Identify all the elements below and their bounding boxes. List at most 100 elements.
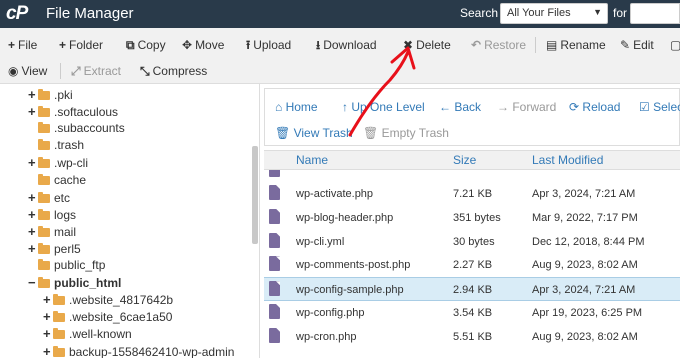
table-row[interactable]: wp-activate.php 7.21 KB Apr 3, 2024, 7:21 … [264,182,680,206]
sidebar-item-folder[interactable]: + mail [28,223,76,240]
expand-icon[interactable]: + [28,86,38,103]
sidebar-item-label: .website_6cae1a50 [69,310,173,325]
eye-icon: ◉ [8,64,19,78]
folder-icon [38,259,50,270]
expand-icon: ⤢ [71,64,81,78]
sidebar-item-folder[interactable]: + .pki [28,86,73,103]
sidebar-scrollbar[interactable] [252,146,258,244]
navigation-bar: ⌂ Home ↑ Up One Level ← Back → Forward ⟳… [264,88,680,146]
back-button[interactable]: ← Back [439,100,481,114]
home-button[interactable]: ⌂ Home [275,100,318,114]
file-name: wp-config-sample.php [296,284,404,297]
column-size-header[interactable]: Size [453,153,476,167]
sidebar-item-label: .well-known [69,327,132,342]
table-row[interactable]: wp-comments-post.php 2.27 KB Aug 9, 2023, … [264,253,680,277]
sidebar-item-folder[interactable]: + logs [28,206,76,223]
file-name: wp-config.php [296,307,365,319]
extract-button[interactable]: ⤢ Extract [71,64,121,78]
sidebar-item-label: backup-1558462410-wp-admin [69,344,235,358]
sidebar-item-folder[interactable]: public_ftp [38,257,105,274]
new-file-button[interactable]: + File [8,38,37,52]
expand-icon[interactable]: + [28,189,38,206]
folder-icon [38,89,50,100]
expand-icon[interactable]: + [43,308,53,325]
file-name: wp-blog-header.php [296,211,394,224]
table-row[interactable]: wp-cli.yml 30 bytes Dec 12, 2018, 8:44 PM [264,229,680,254]
overflow-button[interactable]: ▢ [670,38,680,52]
folder-icon [53,328,65,340]
select-all-button[interactable]: ☑ Select [639,100,680,114]
checkbox-icon: ☑ [639,100,650,114]
folder-tree-sidebar: + .pki + .softaculous .subaccounts .trash + .wp… [0,84,260,358]
file-name: wp-comments-post.php [296,259,411,272]
sidebar-item-folder[interactable]: + backup-1558462410-wp-admin [43,343,234,358]
expand-icon[interactable]: + [28,240,38,257]
table-row[interactable]: wp-blog-header.php 351 bytes Mar 9, 2022, … [264,205,680,230]
search-input[interactable] [630,3,680,24]
folder-icon [38,208,50,220]
restore-button[interactable]: ↶ Restore [471,38,526,52]
sidebar-item-folder[interactable]: + .wp-cli [28,154,88,171]
up-one-level-button[interactable]: ↑ Up One Level [342,100,425,114]
sidebar-item-folder[interactable]: + perl5 [28,240,81,257]
view-trash-button[interactable]: 🗑 View Trash [275,126,353,140]
delete-button[interactable]: ✖ Delete [403,38,451,52]
sidebar-item-label: .wp-cli [54,156,89,171]
column-modified-header[interactable]: Last Modified [532,153,603,167]
folder-icon [53,345,65,357]
sidebar-item-label: .pki [54,88,73,102]
download-button[interactable]: ⭳ Download [316,38,377,52]
sidebar-item-folder[interactable]: cache [38,172,86,189]
trash-icon: 🗑 [275,126,291,140]
table-row[interactable]: wp-cron.php 5.51 KB Aug 9, 2023, 8:02 AM [264,324,680,349]
expand-icon[interactable]: + [43,325,53,342]
expand-icon[interactable]: + [28,154,38,171]
sidebar-item-folder[interactable]: + .website_6cae1a50 [43,308,172,325]
sidebar-item-folder[interactable]: + .well-known [43,325,132,342]
new-folder-button[interactable]: + Folder [59,38,103,52]
table-row-partial[interactable] [264,170,680,180]
sidebar-item-folder[interactable]: + .softaculous [28,103,118,120]
sidebar-item-folder[interactable]: + etc [28,189,70,206]
sidebar-item-folder[interactable]: − public_html [28,274,121,291]
sidebar-item-label: perl5 [54,241,81,256]
file-list-header: Name Size Last Modified [264,150,680,170]
file-icon [269,281,280,297]
collapse-icon[interactable]: − [28,274,38,291]
view-button[interactable]: ◉ View [8,64,47,78]
expand-icon[interactable]: + [43,343,53,358]
move-button[interactable]: ✥ Move [182,38,224,52]
file-name: wp-cron.php [296,330,357,343]
rename-button[interactable]: ▤ Rename [546,38,606,52]
home-icon: ⌂ [275,100,283,114]
search-scope-select[interactable]: All Your Files ▼ [500,3,608,24]
upload-button[interactable]: ⭱ Upload [246,38,291,52]
expand-icon[interactable]: + [43,291,53,308]
file-icon [269,232,280,248]
column-name-header[interactable]: Name [296,153,328,167]
cpanel-logo-icon[interactable]: cP [6,3,36,25]
edit-button[interactable]: ✎ Edit [620,38,654,52]
compress-button[interactable]: ⤡ Compress [140,64,207,78]
table-row[interactable]: wp-config-sample.php 2.94 KB Apr 3, 2024, … [264,277,680,301]
copy-icon: ⧉ [126,38,135,52]
file-last-modified: Apr 19, 2023, 6:25 PM [532,307,643,319]
expand-icon[interactable]: + [28,223,38,240]
plus-icon: + [59,38,67,52]
php-file-icon [269,170,280,177]
sidebar-item-folder[interactable]: .trash [38,137,84,154]
table-row[interactable]: wp-config.php 3.54 KB Apr 19, 2023, 6:25 P… [264,301,680,325]
sidebar-item-folder[interactable]: .subaccounts [38,120,125,137]
file-last-modified: Apr 3, 2024, 7:21 AM [532,284,636,297]
file-name: wp-activate.php [296,188,374,200]
reload-button[interactable]: ⟳ Reload [569,100,620,114]
folder-icon [38,173,50,185]
app-title: File Manager [46,5,134,22]
file-size: 7.21 KB [453,188,493,200]
expand-icon[interactable]: + [28,103,38,120]
copy-button[interactable]: ⧉ Copy [126,38,166,52]
expand-icon[interactable]: + [28,206,38,223]
sidebar-item-folder[interactable]: + .website_4817642b [43,291,173,308]
forward-button[interactable]: → Forward [497,100,556,114]
empty-trash-button[interactable]: 🗑 Empty Trash [363,126,449,140]
